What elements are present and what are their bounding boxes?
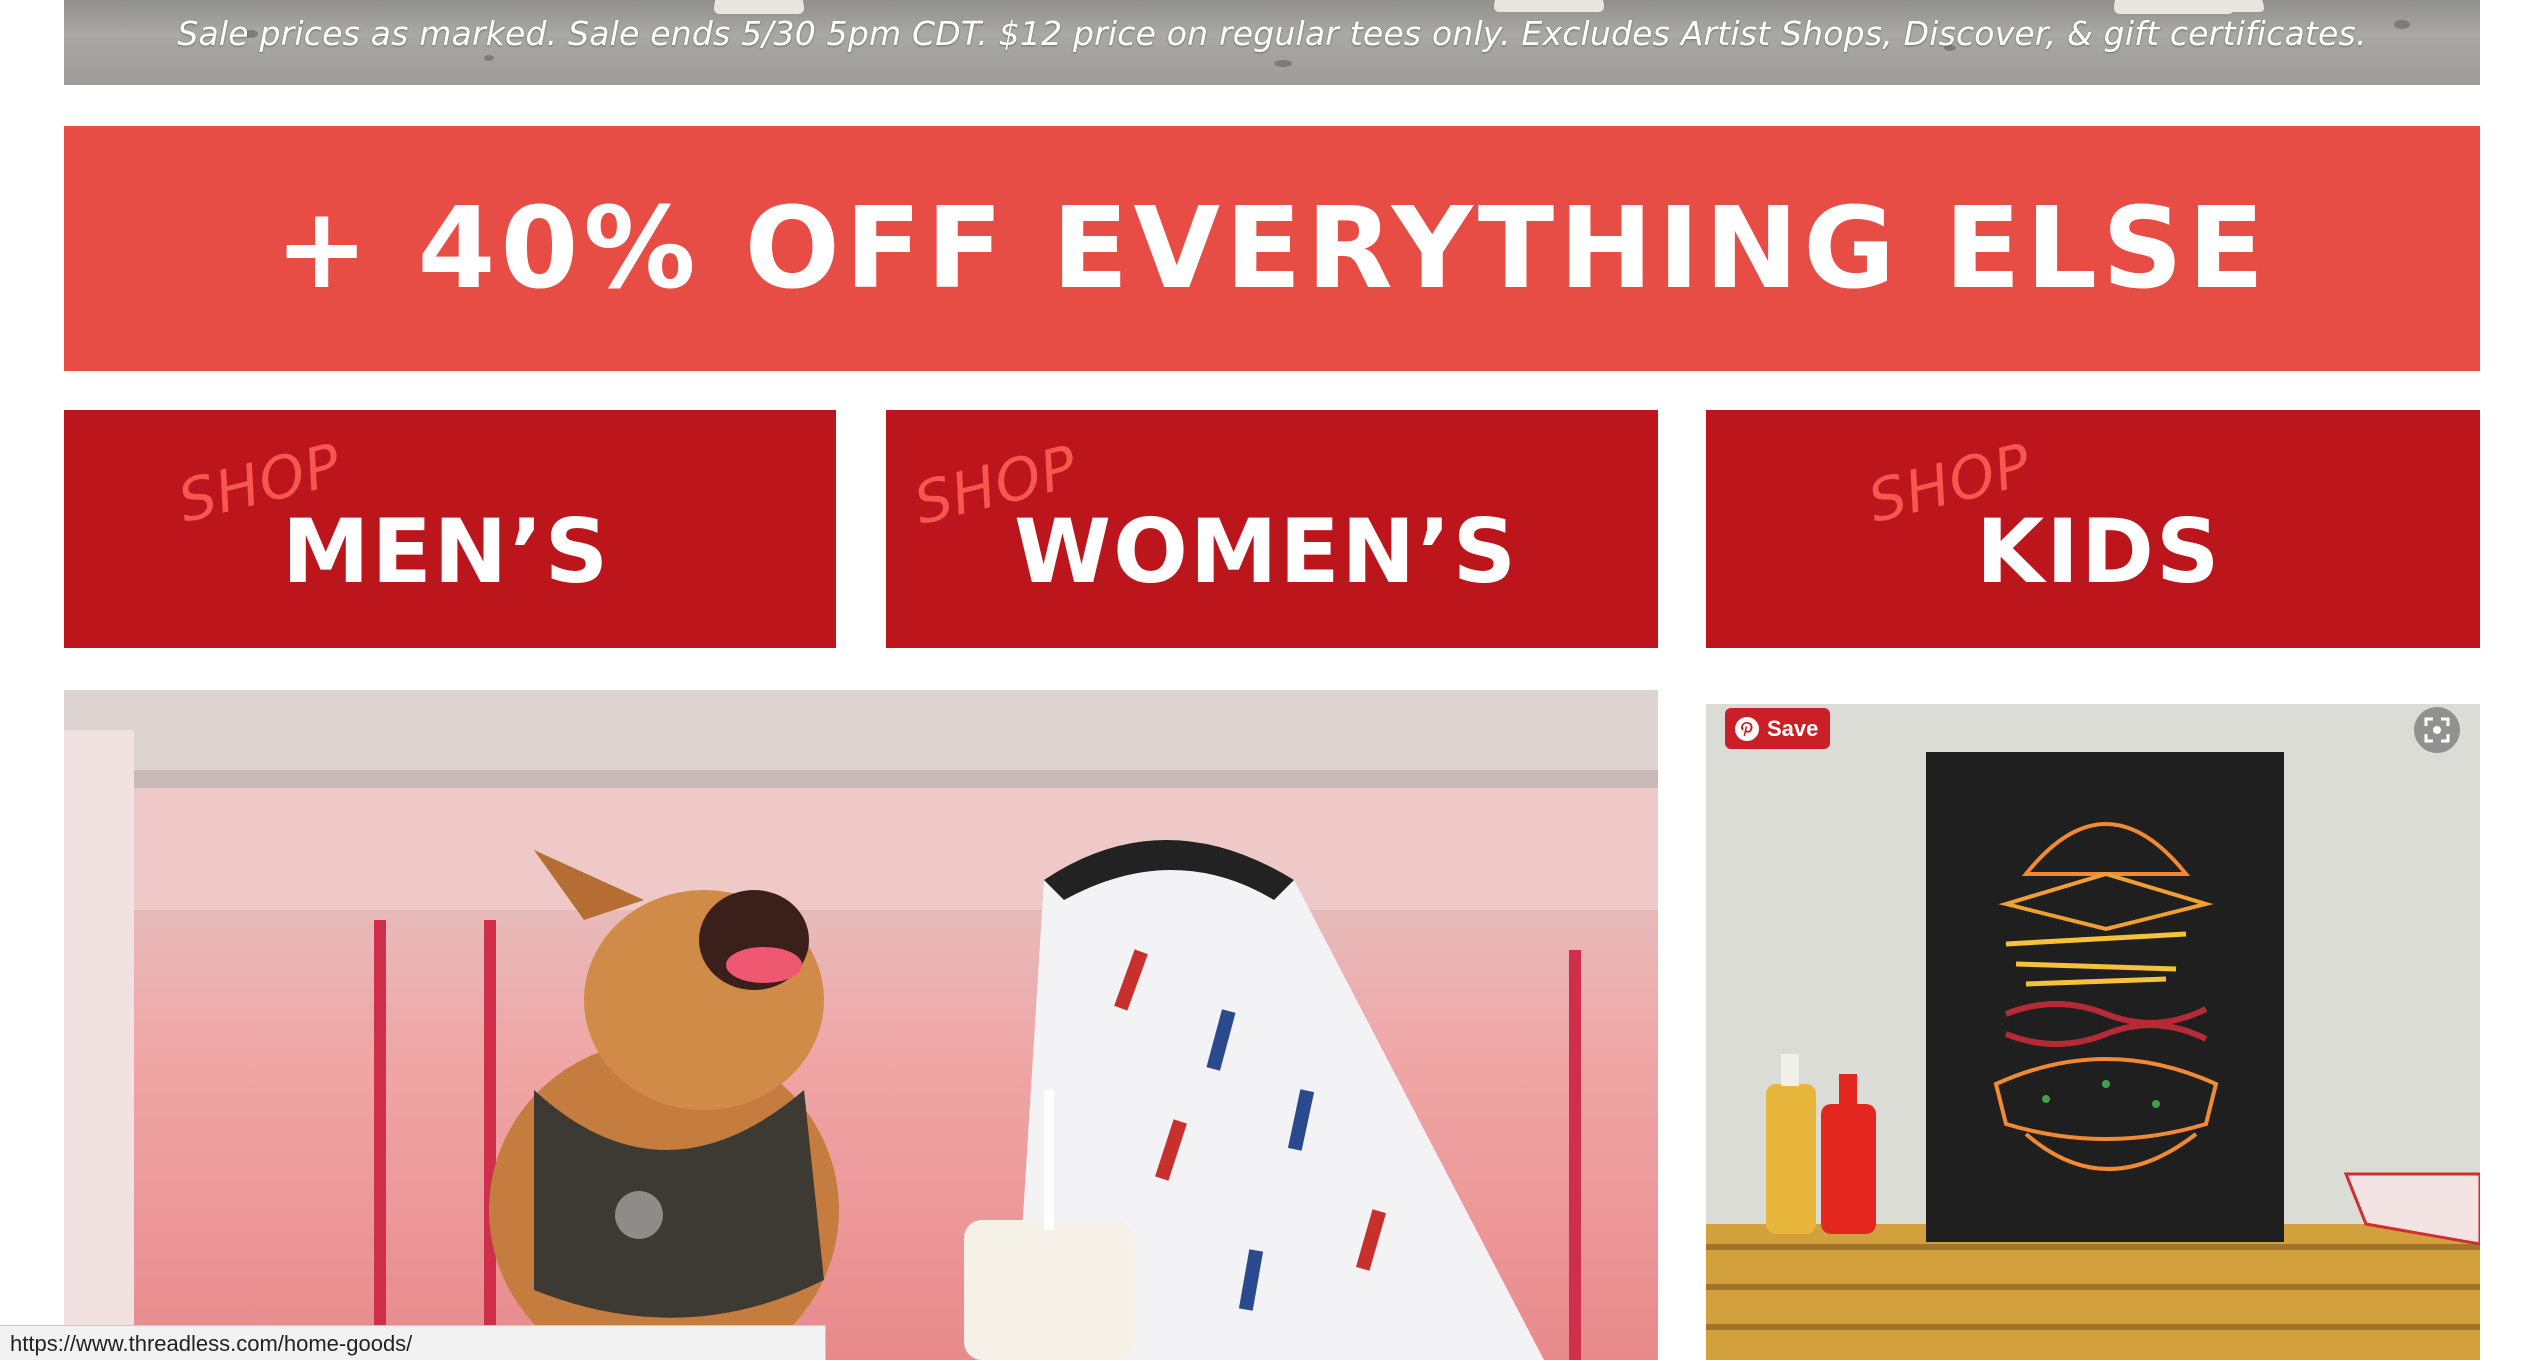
promo-headline: + 40% OFF EVERYTHING ELSE: [274, 183, 2270, 314]
dog-photo-illustration: [64, 690, 1658, 1360]
burger-art-photo[interactable]: [1706, 704, 2480, 1360]
shop-kids-tile[interactable]: SHOP KIDS: [1706, 410, 2480, 648]
shop-womens-tile[interactable]: SHOP WOMEN’S: [886, 410, 1658, 648]
shop-womens-label: WOMEN’S: [1014, 500, 1519, 603]
hero-image-strip[interactable]: Sale prices as marked. Sale ends 5/30 5p…: [64, 0, 2480, 85]
link-status-bar: https://www.threadless.com/home-goods/: [0, 1325, 826, 1360]
shop-mens-tile[interactable]: SHOP MEN’S: [64, 410, 836, 648]
burger-photo-illustration: [1706, 704, 2480, 1360]
pinterest-save-label: Save: [1767, 715, 1819, 741]
expand-icon: [2424, 717, 2450, 743]
shop-kids-label: KIDS: [1976, 500, 2222, 603]
expand-button[interactable]: [2414, 707, 2460, 753]
pinterest-icon: [1735, 716, 1759, 741]
promo-banner[interactable]: + 40% OFF EVERYTHING ELSE: [64, 126, 2480, 371]
home-goods-photo[interactable]: [64, 690, 1658, 1360]
sale-fine-print: Sale prices as marked. Sale ends 5/30 5p…: [177, 14, 2367, 53]
shop-mens-label: MEN’S: [282, 500, 611, 603]
pinterest-save-button[interactable]: Save: [1725, 708, 1831, 749]
